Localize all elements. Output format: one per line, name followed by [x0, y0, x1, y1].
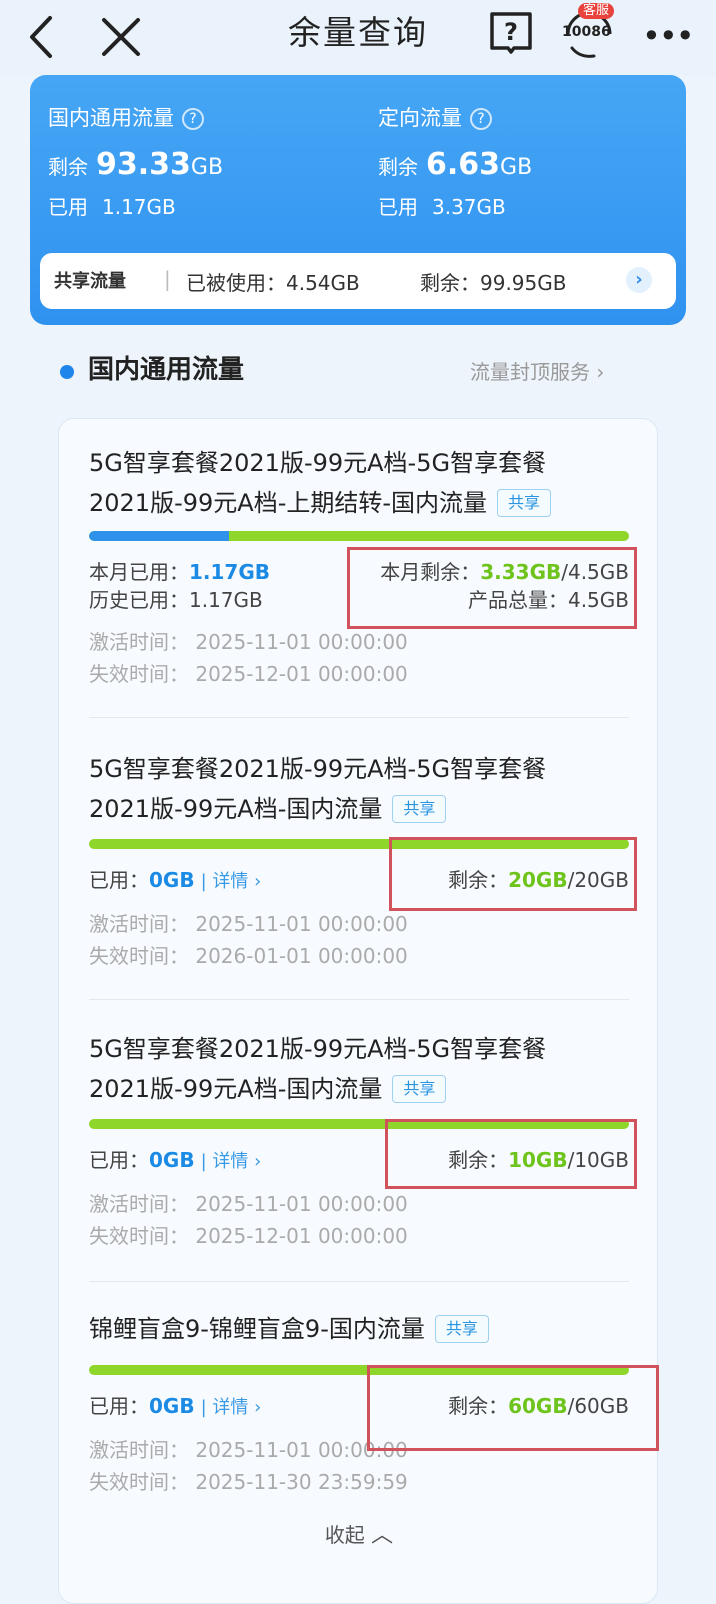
- more-icon[interactable]: •••: [642, 20, 695, 52]
- used-label: 已用: [378, 195, 418, 219]
- package-list: 5G智享套餐2021版-99元A档-5G智享套餐 2021版-99元A档-上期结…: [58, 418, 659, 1604]
- top-bar: 余量查询 ? 客服 10086 •••: [0, 0, 716, 76]
- collapse-label: 收起: [324, 1523, 365, 1547]
- directed-used-value: 3.37GB: [432, 195, 506, 219]
- month-used-label: 本月已用：: [89, 560, 189, 584]
- domestic-used-value: 1.17GB: [102, 195, 176, 219]
- package-name: 5G智享套餐2021版-99元A档-5G智享套餐: [89, 755, 547, 783]
- package-name: 2021版-99元A档-国内流量: [89, 795, 383, 823]
- used-label: 已用：: [89, 1394, 149, 1418]
- domestic-summary: 国内通用流量? 剩余 93.33GB 已用 1.17GB: [48, 103, 223, 222]
- share-tag: 共享: [434, 1315, 489, 1343]
- package-name: 锦鲤盲盒9-锦鲤盲盒9-国内流量: [89, 1315, 425, 1343]
- question-icon[interactable]: ?: [182, 108, 204, 130]
- unit: GB: [190, 155, 224, 180]
- customer-service-badge: 客服: [578, 3, 615, 19]
- divider: [89, 1281, 629, 1282]
- used-value: 0GB: [149, 1394, 195, 1418]
- share-tag: 共享: [392, 795, 447, 823]
- directed-remain-value: 6.63: [426, 147, 501, 182]
- package-name: 2021版-99元A档-国内流量: [89, 1075, 383, 1103]
- expire-time: 失效时间： 2025-11-30 23:59:59: [89, 1470, 408, 1494]
- history-used-label: 历史已用：: [89, 588, 189, 612]
- expire-time: 失效时间： 2025-12-01 00:00:00: [89, 1224, 408, 1248]
- collapse-button[interactable]: 收起 ︿: [59, 1517, 659, 1549]
- month-used-value: 1.17GB: [189, 560, 271, 584]
- share-tag: 共享: [392, 1075, 447, 1103]
- shared-used: 已被使用：4.54GB: [186, 271, 360, 295]
- detail-link[interactable]: | 详情 ›: [201, 871, 262, 892]
- summary-card: 国内通用流量? 剩余 93.33GB 已用 1.17GB 定向流量? 剩余 6.63G…: [30, 75, 686, 325]
- remain-label: 剩余: [378, 155, 418, 179]
- shared-remain: 剩余：99.95GB: [420, 271, 567, 295]
- divider: [89, 717, 629, 718]
- customer-service-number: 10086: [562, 24, 611, 40]
- unit: GB: [500, 155, 533, 180]
- chevron-right-icon[interactable]: ›: [626, 267, 652, 293]
- share-tag: 共享: [497, 489, 552, 517]
- package-name: 2021版-99元A档-上期结转-国内流量: [89, 489, 488, 517]
- used-label: 已用: [48, 195, 88, 219]
- svg-text:?: ?: [504, 18, 518, 46]
- shared-label: 共享流量: [54, 271, 126, 292]
- highlight-box: [389, 837, 637, 911]
- used-value: 0GB: [149, 868, 195, 892]
- highlight-box: [367, 1365, 659, 1451]
- divider: [89, 999, 629, 1000]
- used-label: 已用：: [89, 1148, 149, 1172]
- directed-title: 定向流量: [378, 106, 462, 130]
- question-icon[interactable]: ?: [470, 108, 492, 130]
- usage-progress-fill: [89, 531, 230, 541]
- section-dot: [60, 365, 74, 379]
- package-name: 5G智享套餐2021版-99元A档-5G智享套餐: [89, 1035, 547, 1063]
- used-value: 0GB: [149, 1148, 195, 1172]
- highlight-box: [385, 1119, 637, 1189]
- detail-link[interactable]: | 详情 ›: [201, 1151, 262, 1172]
- remain-label: 剩余: [48, 155, 88, 179]
- chevron-up-icon: ︿: [371, 1523, 394, 1548]
- domestic-remain-value: 93.33: [96, 147, 191, 182]
- highlight-box: [347, 547, 637, 629]
- directed-summary: 定向流量? 剩余 6.63GB 已用 3.37GB: [378, 103, 532, 222]
- separator: |: [164, 267, 171, 291]
- activate-time: 激活时间： 2025-11-01 00:00:00: [89, 630, 408, 654]
- expire-time: 失效时间： 2025-12-01 00:00:00: [89, 662, 408, 686]
- package-name: 5G智享套餐2021版-99元A档-5G智享套餐: [89, 449, 547, 477]
- section-title: 国内通用流量: [88, 355, 245, 385]
- used-label: 已用：: [89, 868, 149, 892]
- cap-service-link[interactable]: 流量封顶服务 ›: [470, 358, 604, 386]
- history-used-value: 1.17GB: [189, 588, 263, 612]
- shared-traffic-bar[interactable]: 共享流量 | 已被使用：4.54GB 剩余：99.95GB ›: [40, 253, 676, 309]
- domestic-title: 国内通用流量: [48, 106, 174, 130]
- detail-link[interactable]: | 详情 ›: [201, 1397, 262, 1418]
- activate-time: 激活时间： 2025-11-01 00:00:00: [89, 912, 408, 936]
- expire-time: 失效时间： 2026-01-01 00:00:00: [89, 944, 408, 968]
- usage-progress-bar: [89, 531, 629, 541]
- help-book-icon[interactable]: ?: [486, 8, 536, 56]
- activate-time: 激活时间： 2025-11-01 00:00:00: [89, 1192, 408, 1216]
